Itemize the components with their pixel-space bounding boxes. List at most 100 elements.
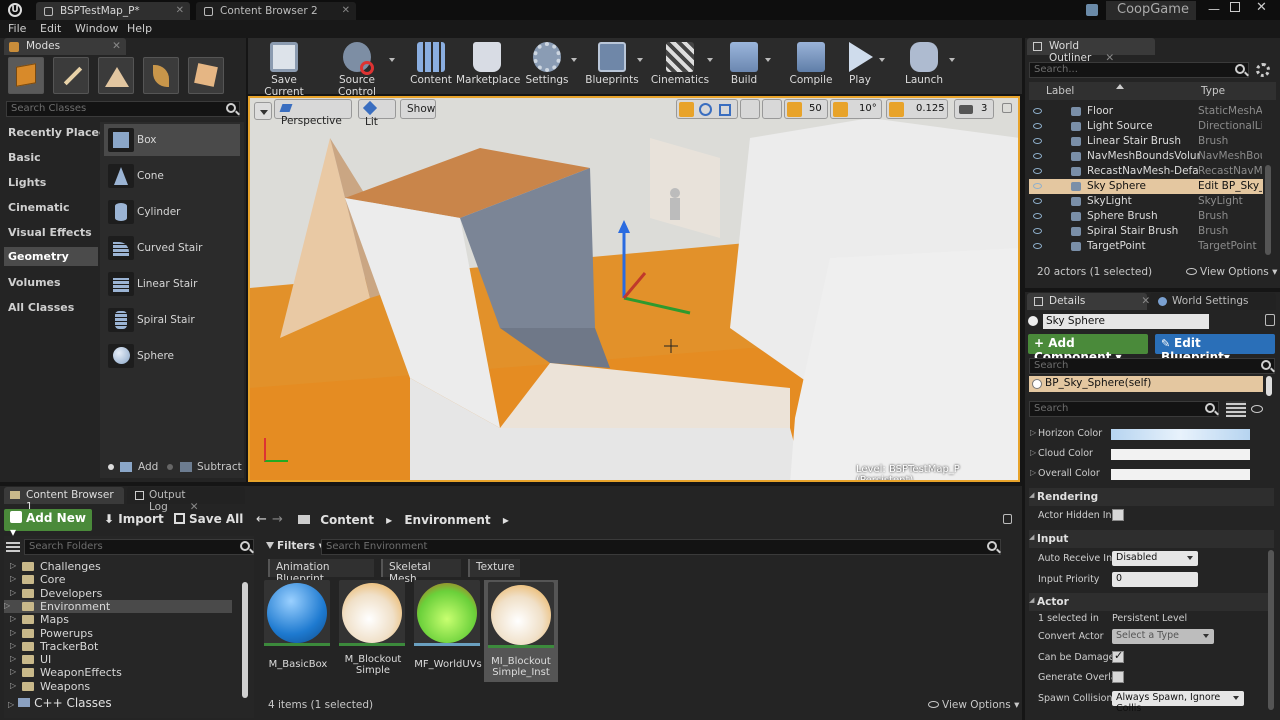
overall-color-swatch[interactable] bbox=[1111, 469, 1250, 480]
search-environment-input[interactable]: Search Environment bbox=[321, 539, 1001, 555]
import-button[interactable]: ⬇ Import bbox=[104, 512, 164, 526]
outliner-row[interactable]: Light Source DirectionalLig bbox=[1029, 119, 1263, 134]
col-label[interactable]: Label bbox=[1046, 85, 1074, 97]
expand-arrow-icon[interactable]: ▷ bbox=[1030, 428, 1036, 437]
paint-mode-button[interactable] bbox=[53, 57, 89, 94]
surface-snap-icon[interactable] bbox=[762, 99, 782, 119]
expand-arrow-icon[interactable]: ▷ bbox=[1030, 448, 1036, 457]
shape-box[interactable]: Box bbox=[104, 124, 240, 156]
rotation-snap-toggle[interactable]: 10° bbox=[830, 99, 882, 119]
input-priority-field[interactable]: 0 bbox=[1112, 572, 1198, 587]
convert-actor-select[interactable]: Select a Type bbox=[1112, 629, 1214, 644]
expand-arrow-icon[interactable]: ▷ bbox=[10, 588, 16, 597]
build-button[interactable]: Build bbox=[720, 40, 771, 90]
category-volumes[interactable]: Volumes bbox=[8, 276, 61, 289]
landscape-mode-button[interactable] bbox=[98, 57, 134, 94]
asset-mf-worlduvs[interactable]: MF_WorldUVs bbox=[414, 580, 482, 670]
expand-arrow-icon[interactable]: ▷ bbox=[10, 628, 16, 637]
folder-item[interactable]: ▷ UI bbox=[10, 653, 51, 666]
col-type[interactable]: Type bbox=[1201, 85, 1225, 97]
actor-category[interactable]: Actor bbox=[1029, 593, 1274, 611]
outliner-row[interactable]: NavMeshBoundsVolumeNavMeshBoun bbox=[1029, 149, 1263, 164]
chevron-down-icon[interactable] bbox=[765, 58, 771, 62]
folder-item[interactable]: ▷ TrackerBot bbox=[10, 640, 98, 653]
breadcrumb-environment[interactable]: Environment bbox=[404, 513, 490, 527]
actor-hidden-checkbox[interactable] bbox=[1112, 509, 1124, 521]
lock-icon[interactable] bbox=[1003, 514, 1012, 524]
maximize-viewport-icon[interactable] bbox=[1002, 103, 1012, 113]
chevron-down-icon[interactable] bbox=[637, 58, 643, 62]
actor-name-input[interactable]: Sky Sphere bbox=[1043, 314, 1209, 329]
category-recently-placed[interactable]: Recently Placed bbox=[8, 126, 107, 139]
subtract-radio[interactable] bbox=[167, 464, 173, 470]
eye-icon[interactable] bbox=[1033, 123, 1042, 129]
category-geometry[interactable]: Geometry bbox=[4, 247, 98, 266]
outliner-row[interactable]: RecastNavMesh-DefaultRecastNavMe bbox=[1029, 164, 1263, 179]
cinematics-button[interactable]: Cinematics bbox=[650, 40, 713, 90]
expand-arrow-icon[interactable]: ▷ bbox=[1030, 468, 1036, 477]
shape-cone[interactable]: Cone bbox=[104, 160, 240, 192]
outliner-scrollbar[interactable] bbox=[1265, 165, 1271, 255]
close-window-button[interactable]: ✕ bbox=[1256, 0, 1267, 15]
shape-sphere[interactable]: Sphere bbox=[104, 340, 240, 372]
chevron-down-icon[interactable] bbox=[879, 58, 885, 62]
folder-item[interactable]: ▷ Environment bbox=[4, 599, 232, 613]
chevron-down-icon[interactable] bbox=[949, 58, 955, 62]
geometry-mode-button[interactable] bbox=[188, 57, 224, 94]
category-lights[interactable]: Lights bbox=[8, 176, 46, 189]
details-scrollbar[interactable] bbox=[1268, 550, 1274, 710]
filter-texture[interactable]: Texture bbox=[468, 559, 520, 577]
save-current-button[interactable]: Save Current bbox=[252, 40, 316, 98]
folder-item[interactable]: ▷ Maps bbox=[10, 613, 69, 626]
tab-output-log[interactable]: Output Log ✕ bbox=[127, 487, 245, 513]
eye-icon[interactable] bbox=[1033, 153, 1042, 159]
eye-icon[interactable] bbox=[1033, 228, 1042, 234]
place-mode-button[interactable] bbox=[8, 57, 44, 94]
expand-arrow-icon[interactable]: ▷ bbox=[10, 574, 16, 583]
add-radio[interactable] bbox=[108, 464, 114, 470]
lock-icon[interactable] bbox=[1265, 314, 1275, 326]
folder-item[interactable]: ▷ Developers bbox=[10, 587, 102, 600]
can-be-damaged-checkbox[interactable] bbox=[1112, 649, 1124, 663]
expand-arrow-icon[interactable]: ▷ bbox=[10, 641, 16, 650]
expand-arrow-icon[interactable]: ▷ bbox=[10, 654, 16, 663]
minimize-button[interactable]: — bbox=[1208, 2, 1220, 16]
eye-icon[interactable] bbox=[1033, 213, 1042, 219]
outliner-view-options[interactable]: View Options ▾ bbox=[1186, 266, 1277, 278]
save-all-button[interactable]: Save All bbox=[174, 512, 243, 526]
shape-curved-stair[interactable]: Curved Stair bbox=[104, 232, 240, 264]
asset-m-blockout-simple[interactable]: M_Blockout Simple bbox=[339, 580, 407, 676]
cb-view-options[interactable]: View Options ▾ bbox=[928, 699, 1019, 711]
settings-button[interactable]: Settings bbox=[520, 40, 577, 90]
expand-arrow-icon[interactable]: ▷ bbox=[10, 561, 16, 570]
component-row[interactable]: BP_Sky_Sphere(self) bbox=[1029, 376, 1263, 392]
outliner-row[interactable]: Floor StaticMeshAc bbox=[1029, 104, 1263, 119]
perspective-button[interactable]: Perspective bbox=[274, 99, 352, 127]
filter-skeletal-mesh[interactable]: Skeletal Mesh bbox=[381, 559, 461, 585]
scale-icon[interactable] bbox=[719, 104, 731, 116]
launch-button[interactable]: Launch bbox=[896, 40, 955, 90]
filter-animation-blueprint[interactable]: Animation Blueprint bbox=[268, 559, 374, 585]
folder-item[interactable]: ▷ Core bbox=[10, 573, 65, 586]
filters-button[interactable]: Filters ▾ bbox=[266, 540, 324, 552]
menu-edit[interactable]: Edit bbox=[40, 22, 61, 35]
collapse-sources-icon[interactable] bbox=[6, 542, 20, 552]
component-search-input[interactable]: Search bbox=[1029, 358, 1275, 374]
property-matrix-icon[interactable] bbox=[1226, 401, 1246, 417]
outliner-row[interactable]: Sphere Brush Brush bbox=[1029, 209, 1263, 224]
folder-item[interactable]: ▷ Powerups bbox=[10, 627, 93, 640]
tab-content-browser-2[interactable]: Content Browser 2 ✕ bbox=[196, 2, 356, 20]
menu-file[interactable]: File bbox=[8, 22, 26, 35]
chevron-down-icon[interactable] bbox=[571, 58, 577, 62]
visibility-eye-icon[interactable] bbox=[1251, 405, 1263, 413]
outliner-row[interactable]: Linear Stair Brush Brush bbox=[1029, 134, 1263, 149]
expand-arrow-icon[interactable]: ▷ bbox=[10, 667, 16, 676]
category-all-classes[interactable]: All Classes bbox=[8, 301, 74, 314]
category-cinematic[interactable]: Cinematic bbox=[8, 201, 70, 214]
menu-window[interactable]: Window bbox=[75, 22, 118, 35]
grid-snap-toggle[interactable]: 50 bbox=[784, 99, 828, 119]
compile-button[interactable]: Compile bbox=[786, 40, 836, 90]
cpp-classes-folder[interactable]: ▷ C++ Classes bbox=[8, 696, 112, 710]
category-basic[interactable]: Basic bbox=[8, 151, 41, 164]
expand-arrow-icon[interactable]: ▷ bbox=[4, 601, 10, 610]
